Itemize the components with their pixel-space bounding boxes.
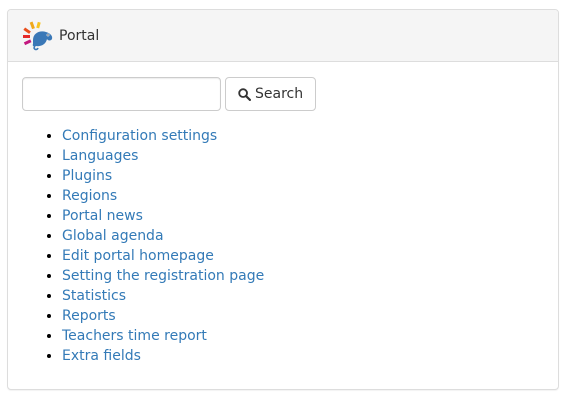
search-button-label: Search [255, 86, 304, 102]
link-extra-fields[interactable]: Extra fields [62, 348, 141, 364]
link-statistics[interactable]: Statistics [62, 288, 126, 304]
list-item: Languages [62, 146, 264, 166]
list-item: Teachers time report [62, 326, 264, 346]
list-item: Statistics [62, 286, 264, 306]
link-languages[interactable]: Languages [62, 148, 138, 164]
list-item: Plugins [62, 166, 264, 186]
link-configuration-settings[interactable]: Configuration settings [62, 128, 217, 144]
search-button[interactable]: Search [225, 77, 317, 111]
list-item: Reports [62, 306, 264, 326]
list-item: Setting the registration page [62, 266, 264, 286]
link-portal-news[interactable]: Portal news [62, 208, 143, 224]
list-item: Portal news [62, 206, 264, 226]
link-plugins[interactable]: Plugins [62, 168, 112, 184]
link-reports[interactable]: Reports [62, 308, 116, 324]
list-item: Regions [62, 186, 264, 206]
link-edit-portal-homepage[interactable]: Edit portal homepage [62, 248, 214, 264]
list-item: Configuration settings [62, 126, 264, 146]
chameleon-logo-icon [23, 21, 53, 50]
search-form: Search [22, 77, 317, 111]
link-regions[interactable]: Regions [62, 188, 117, 204]
link-registration-page[interactable]: Setting the registration page [62, 268, 264, 284]
list-item: Global agenda [62, 226, 264, 246]
portal-links-list: Configuration settings Languages Plugins… [22, 126, 264, 366]
panel-title: Portal [59, 27, 100, 44]
portal-panel: Portal Search Configuration settings Lan… [7, 9, 559, 390]
search-input[interactable] [22, 77, 221, 111]
search-icon [238, 87, 251, 101]
link-teachers-time-report[interactable]: Teachers time report [62, 328, 207, 344]
panel-heading: Portal [8, 10, 558, 62]
list-item: Extra fields [62, 346, 264, 366]
link-global-agenda[interactable]: Global agenda [62, 228, 164, 244]
list-item: Edit portal homepage [62, 246, 264, 266]
